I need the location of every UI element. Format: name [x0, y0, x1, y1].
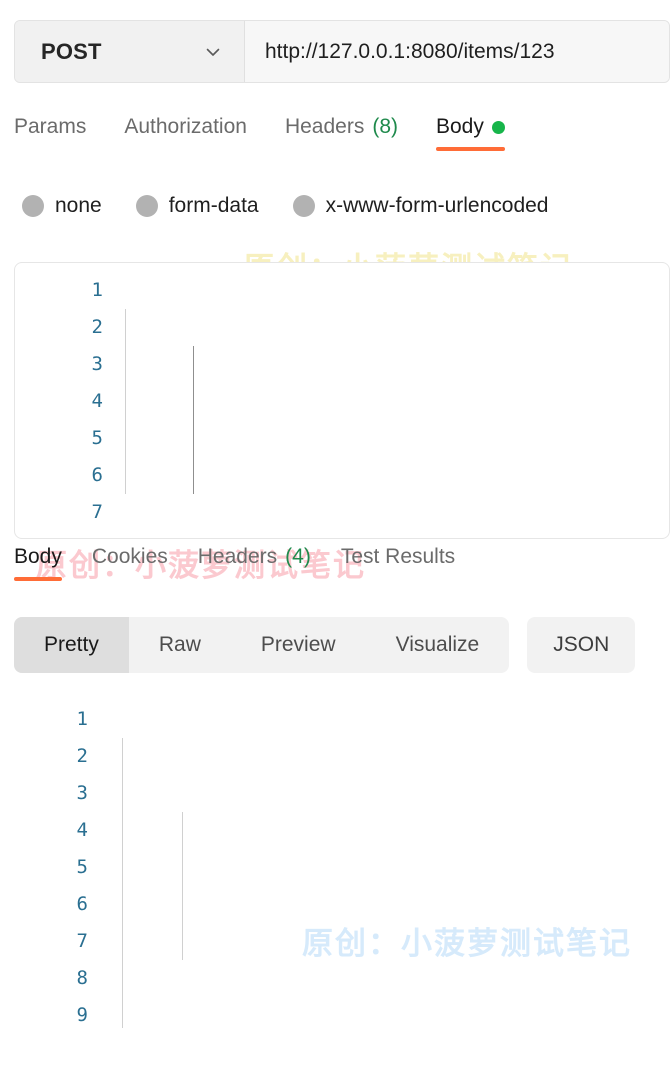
line-number: 8 [76, 967, 88, 989]
view-mode-visualize-label: Visualize [395, 633, 480, 656]
view-mode-pretty[interactable]: Pretty [14, 617, 129, 673]
radio-circle-icon [292, 195, 315, 217]
radio-x-www-form-urlencoded[interactable]: x-www-form-urlencoded [292, 194, 549, 218]
active-tab-underline [436, 147, 505, 151]
radio-none-label: none [55, 194, 102, 217]
response-format-label: JSON [553, 633, 610, 656]
indent-guide [193, 346, 194, 494]
response-tab-cookies[interactable]: Cookies [92, 545, 168, 581]
line-number: 4 [91, 390, 103, 412]
view-mode-raw-label: Raw [158, 633, 201, 656]
url-bar: POST http://127.0.0.1:8080/items/123 [14, 20, 670, 83]
view-mode-pretty-label: Pretty [44, 633, 99, 656]
response-view-toolbar: Pretty Raw Preview Visualize JSON [14, 617, 670, 673]
tab-params-label: Params [14, 115, 87, 138]
postman-request-response-view: POST http://127.0.0.1:8080/items/123 Par… [0, 0, 670, 1072]
response-body-viewer[interactable]: 1 2 3 4 5 6 7 8 9 { "item_id": 123, "ite… [0, 694, 670, 1072]
response-tab-cookies-label: Cookies [91, 545, 168, 568]
radio-form-data[interactable]: form-data [135, 194, 259, 218]
line-number: 5 [91, 427, 103, 449]
line-number: 9 [76, 1004, 88, 1026]
active-tab-underline [14, 577, 62, 581]
response-tab-headers-label: Headers [197, 545, 278, 568]
radio-none[interactable]: none [22, 194, 102, 218]
response-tab-test-results[interactable]: Test Results [341, 545, 455, 581]
radio-circle-icon [22, 195, 44, 217]
request-body-editor[interactable]: 1 2 3 4 5 6 7 { ····"item":·{ ········"n… [14, 262, 670, 539]
tab-params[interactable]: Params [14, 115, 86, 151]
body-has-content-dot-icon [491, 120, 505, 134]
line-number: 1 [91, 279, 103, 301]
radio-form-data-label: form-data [168, 194, 259, 217]
tab-body-label: Body [436, 115, 484, 138]
response-tab-test-results-label: Test Results [340, 545, 456, 568]
line-number: 3 [76, 782, 88, 804]
radio-circle-icon [135, 195, 158, 217]
tab-headers-count: (8) [372, 115, 398, 138]
response-tabs: Body Cookies Headers (4) Test Results [14, 545, 670, 593]
response-tab-body-label: Body [14, 545, 62, 568]
line-number: 2 [91, 316, 103, 338]
line-number: 5 [76, 856, 88, 878]
indent-guide [122, 738, 123, 1028]
response-tab-body[interactable]: Body [14, 545, 62, 581]
request-tabs: Params Authorization Headers (8) Body [14, 115, 670, 161]
http-method-label: POST [41, 38, 102, 64]
tab-body[interactable]: Body [436, 115, 505, 151]
body-type-radio-group: none form-data x-www-form-urlencoded [22, 186, 670, 226]
line-number: 6 [76, 893, 88, 915]
line-number: 7 [76, 930, 88, 952]
response-view-mode-group: Pretty Raw Preview Visualize [14, 617, 510, 673]
line-number: 6 [91, 464, 103, 486]
indent-guide [182, 812, 183, 960]
line-number: 3 [91, 353, 103, 375]
tab-headers[interactable]: Headers (8) [285, 115, 398, 151]
line-number: 4 [76, 819, 88, 841]
response-tab-headers-count: (4) [285, 545, 311, 568]
chevron-down-icon [204, 43, 222, 61]
response-tab-headers[interactable]: Headers (4) [198, 545, 311, 581]
line-number: 1 [76, 708, 88, 730]
view-mode-preview[interactable]: Preview [231, 617, 366, 673]
radio-x-www-form-urlencoded-label: x-www-form-urlencoded [325, 194, 549, 217]
view-mode-preview-label: Preview [260, 633, 336, 656]
indent-guide [125, 309, 126, 494]
line-number: 7 [91, 501, 103, 523]
tab-authorization[interactable]: Authorization [124, 115, 247, 151]
line-number: 2 [76, 745, 88, 767]
http-method-selector[interactable]: POST [15, 21, 245, 82]
url-input[interactable]: http://127.0.0.1:8080/items/123 [245, 21, 669, 82]
tab-headers-label: Headers [284, 115, 365, 138]
view-mode-visualize[interactable]: Visualize [366, 617, 510, 673]
view-mode-raw[interactable]: Raw [129, 617, 231, 673]
tab-authorization-label: Authorization [124, 115, 247, 138]
response-format-selector[interactable]: JSON [527, 617, 636, 673]
